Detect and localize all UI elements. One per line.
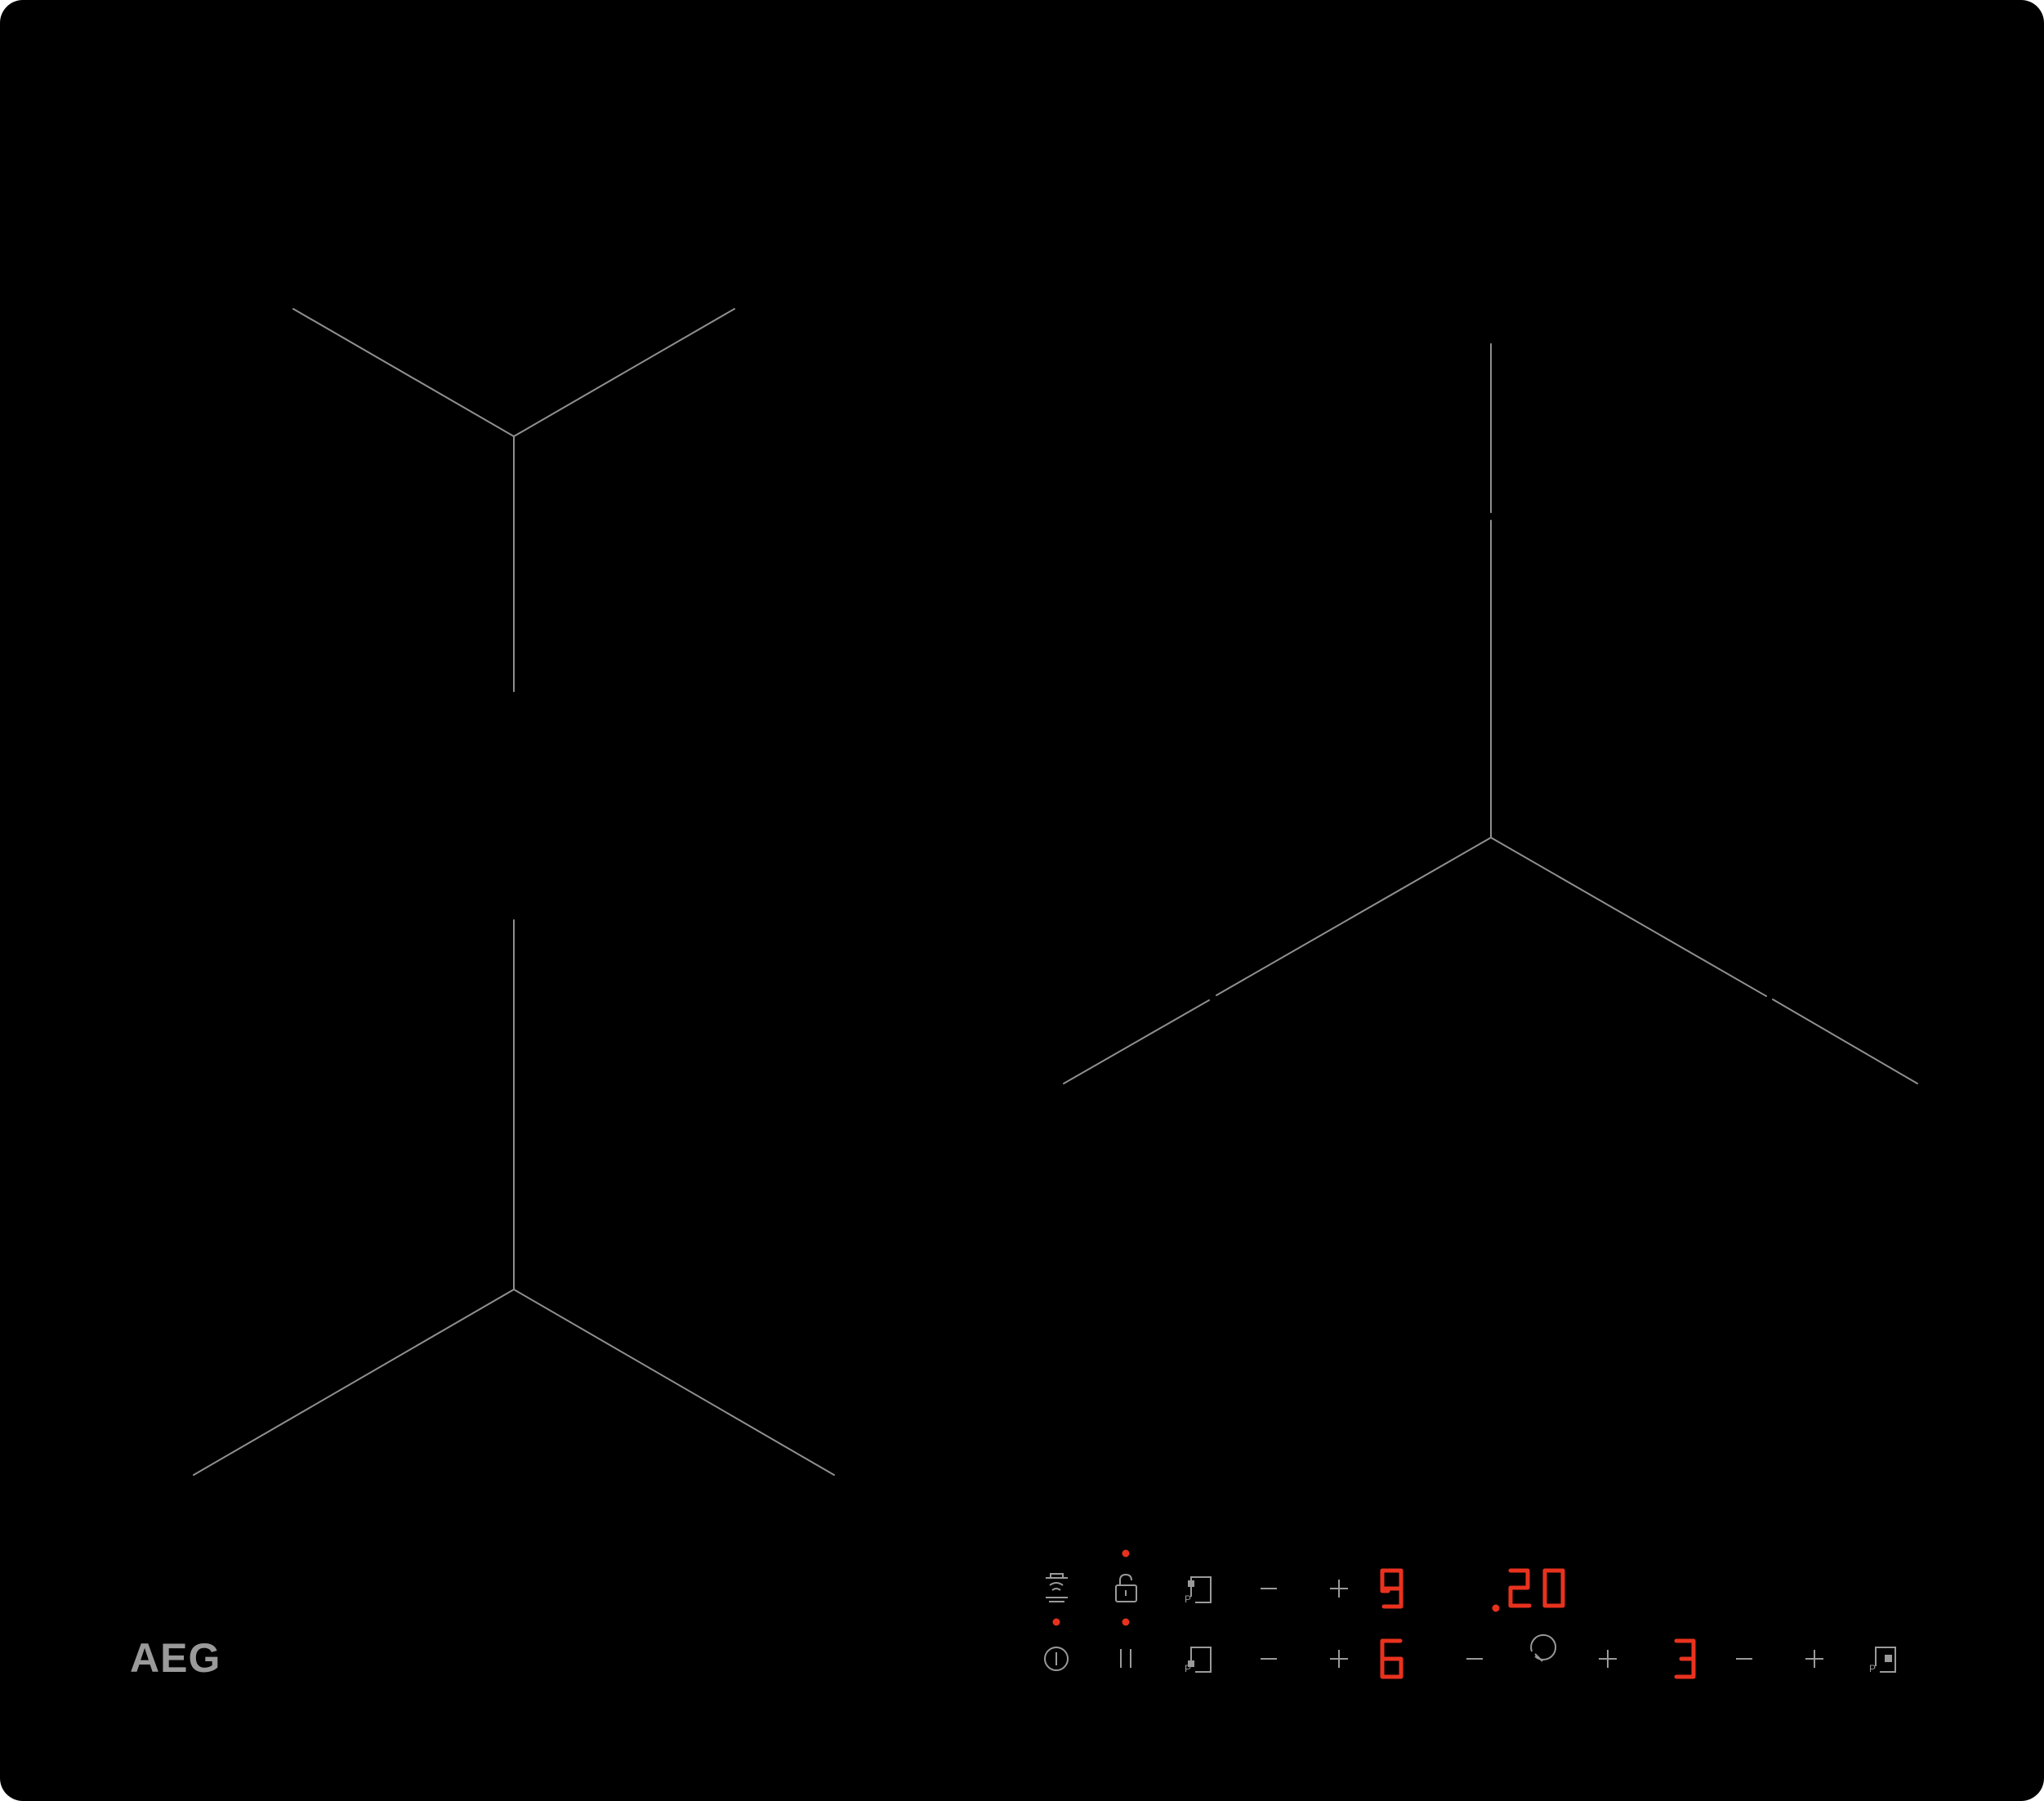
timer-decimal-point xyxy=(1492,1604,1500,1612)
svg-text:P: P xyxy=(1185,1593,1191,1605)
hob2hood-indicator-dot xyxy=(1052,1618,1060,1626)
svg-text:P: P xyxy=(1185,1663,1191,1674)
lock-indicator-dot xyxy=(1122,1549,1130,1557)
induction-hob: AEG P P P xyxy=(0,0,2044,1801)
aeg-logo: AEG xyxy=(130,1635,221,1681)
glass-surface xyxy=(0,0,2044,1801)
stopgo-indicator-dot xyxy=(1122,1618,1130,1626)
svg-text:P: P xyxy=(1869,1663,1876,1674)
